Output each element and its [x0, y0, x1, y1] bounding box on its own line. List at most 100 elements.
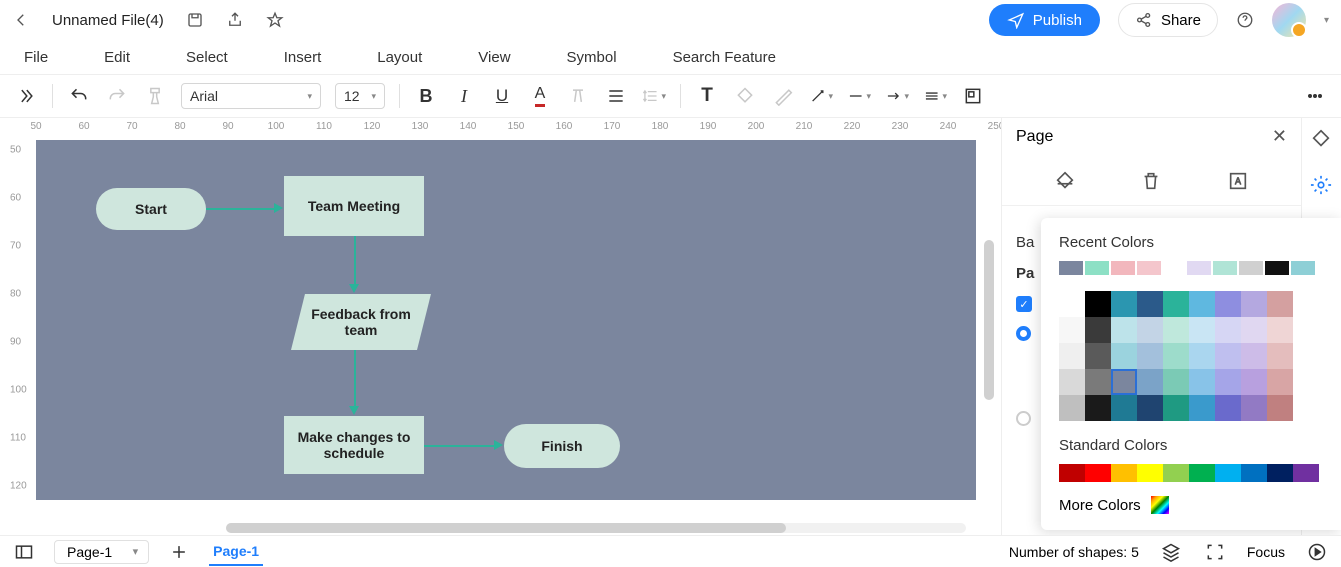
grid-swatch[interactable] — [1137, 317, 1163, 343]
font-color-icon[interactable]: A — [528, 84, 552, 108]
more-icon[interactable] — [1303, 84, 1327, 108]
add-page-icon[interactable] — [167, 540, 191, 564]
grid-swatch[interactable] — [1137, 291, 1163, 317]
panel-radio-1[interactable] — [1016, 326, 1031, 341]
connector-2[interactable] — [354, 236, 356, 286]
menu-edit[interactable]: Edit — [104, 49, 130, 66]
more-colors-button[interactable]: More Colors — [1059, 496, 1323, 514]
grid-swatch[interactable] — [1241, 343, 1267, 369]
share-button[interactable]: Share — [1118, 3, 1218, 37]
italic-icon[interactable]: I — [452, 84, 476, 108]
grid-swatch[interactable] — [1189, 369, 1215, 395]
page-selector[interactable]: Page-1 — [54, 540, 149, 564]
grid-swatch[interactable] — [1111, 395, 1137, 421]
grid-swatch[interactable] — [1163, 291, 1189, 317]
grid-swatch[interactable] — [1241, 369, 1267, 395]
grid-swatch[interactable] — [1241, 317, 1267, 343]
help-icon[interactable] — [1236, 11, 1254, 29]
grid-swatch[interactable] — [1111, 291, 1137, 317]
shape-make-changes[interactable]: Make changes to schedule — [284, 416, 424, 474]
shape-finish[interactable]: Finish — [504, 424, 620, 468]
menu-search[interactable]: Search Feature — [673, 49, 776, 66]
grid-swatch[interactable] — [1085, 343, 1111, 369]
grid-swatch[interactable] — [1215, 395, 1241, 421]
bold-icon[interactable]: B — [414, 84, 438, 108]
panel-tab-text[interactable] — [1224, 167, 1252, 195]
present-icon[interactable] — [1305, 540, 1329, 564]
standard-swatch[interactable] — [1215, 464, 1241, 482]
standard-swatch[interactable] — [1137, 464, 1163, 482]
font-size-select[interactable]: 12▾ — [335, 83, 385, 109]
standard-swatch[interactable] — [1059, 464, 1085, 482]
menu-file[interactable]: File — [24, 49, 48, 66]
menu-layout[interactable]: Layout — [377, 49, 422, 66]
grid-swatch[interactable] — [1189, 395, 1215, 421]
layers-icon[interactable] — [1159, 540, 1183, 564]
grid-swatch[interactable] — [1215, 369, 1241, 395]
panel-tab-delete[interactable] — [1137, 167, 1165, 195]
align-icon[interactable] — [604, 84, 628, 108]
connector-icon[interactable]: ▾ — [809, 84, 833, 108]
grid-swatch[interactable] — [1059, 343, 1085, 369]
grid-swatch[interactable] — [1163, 343, 1189, 369]
fill-icon[interactable] — [733, 84, 757, 108]
back-icon[interactable] — [12, 11, 30, 29]
connector-4[interactable] — [424, 445, 496, 447]
standard-swatch[interactable] — [1241, 464, 1267, 482]
grid-swatch[interactable] — [1189, 343, 1215, 369]
recent-swatch[interactable] — [1137, 261, 1161, 275]
menu-view[interactable]: View — [478, 49, 510, 66]
font-select[interactable]: Arial▾ — [181, 83, 321, 109]
avatar-caret[interactable]: ▾ — [1324, 15, 1329, 26]
grid-swatch[interactable] — [1241, 291, 1267, 317]
standard-swatch[interactable] — [1111, 464, 1137, 482]
grid-swatch[interactable] — [1059, 291, 1085, 317]
recent-swatch[interactable] — [1213, 261, 1237, 275]
connector-3[interactable] — [354, 350, 356, 408]
strip-fill-icon[interactable] — [1310, 128, 1334, 152]
focus-icon[interactable] — [1203, 540, 1227, 564]
shape-start[interactable]: Start — [96, 188, 206, 230]
grid-swatch[interactable] — [1267, 317, 1293, 343]
grid-swatch[interactable] — [1111, 343, 1137, 369]
strip-settings-icon[interactable] — [1310, 174, 1334, 198]
grid-swatch[interactable] — [1215, 317, 1241, 343]
save-icon[interactable] — [186, 11, 204, 29]
grid-swatch[interactable] — [1189, 317, 1215, 343]
grid-swatch[interactable] — [1137, 395, 1163, 421]
arrow-style-icon[interactable]: ▾ — [885, 84, 909, 108]
grid-swatch[interactable] — [1215, 343, 1241, 369]
panel-radio-2[interactable] — [1016, 411, 1031, 426]
grid-swatch[interactable] — [1267, 369, 1293, 395]
grid-swatch[interactable] — [1163, 395, 1189, 421]
panel-close-icon[interactable]: ✕ — [1272, 126, 1287, 147]
recent-swatch[interactable] — [1059, 261, 1083, 275]
grid-swatch[interactable] — [1137, 369, 1163, 395]
clear-format-icon[interactable] — [566, 84, 590, 108]
format-painter-icon[interactable] — [143, 84, 167, 108]
grid-swatch[interactable] — [1085, 369, 1111, 395]
grid-swatch[interactable] — [1111, 317, 1137, 343]
recent-swatch[interactable] — [1291, 261, 1315, 275]
horizontal-scrollbar[interactable] — [226, 523, 966, 533]
grid-swatch[interactable] — [1163, 317, 1189, 343]
grid-swatch[interactable] — [1059, 369, 1085, 395]
file-name[interactable]: Unnamed File(4) — [52, 12, 164, 29]
grid-swatch[interactable] — [1267, 291, 1293, 317]
connector-1[interactable] — [206, 208, 276, 210]
grid-swatch[interactable] — [1059, 317, 1085, 343]
underline-icon[interactable]: U — [490, 84, 514, 108]
standard-swatch[interactable] — [1085, 464, 1111, 482]
grid-swatch[interactable] — [1267, 343, 1293, 369]
grid-swatch[interactable] — [1215, 291, 1241, 317]
publish-button[interactable]: Publish — [989, 4, 1100, 36]
grid-swatch[interactable] — [1059, 395, 1085, 421]
menu-symbol[interactable]: Symbol — [567, 49, 617, 66]
grid-swatch[interactable] — [1111, 369, 1137, 395]
recent-swatch[interactable] — [1239, 261, 1263, 275]
grid-swatch[interactable] — [1085, 291, 1111, 317]
grid-swatch[interactable] — [1137, 343, 1163, 369]
recent-swatch[interactable] — [1187, 261, 1211, 275]
hscroll-thumb[interactable] — [226, 523, 786, 533]
avatar[interactable] — [1272, 3, 1306, 37]
